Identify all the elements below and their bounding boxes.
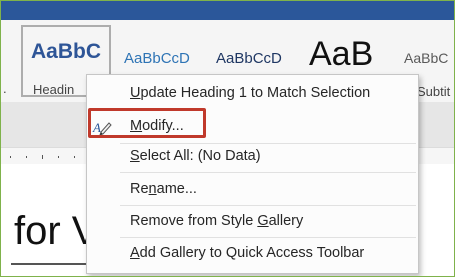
menu-item-rename[interactable]: Rename... — [87, 175, 418, 203]
style-sample: AaBbC — [31, 40, 102, 63]
style-caption: Headin — [33, 82, 75, 97]
style-sample: AaBbC — [404, 50, 449, 66]
style-sample: AaBbCcD — [216, 50, 282, 67]
screenshot-frame: . AaBbC Headin AaBbCcD AaBbCcD AaB AaBbC… — [0, 0, 455, 277]
menu-item-update-heading[interactable]: Update Heading 1 to Match Selection — [87, 79, 418, 107]
style-context-menu: Update Heading 1 to Match Selection A Mo… — [86, 74, 419, 274]
text-underline — [11, 263, 91, 265]
menu-item-select-all[interactable]: Select All: (No Data) — [87, 142, 418, 170]
left-caption-fragment: . — [3, 81, 7, 96]
menu-item-remove-from-gallery[interactable]: Remove from Style Gallery — [87, 207, 418, 235]
menu-separator — [120, 172, 416, 173]
modify-highlight-box — [88, 108, 206, 138]
style-caption: Subtit — [417, 84, 451, 99]
menu-separator — [120, 205, 416, 206]
menu-item-add-to-quick-access[interactable]: Add Gallery to Quick Access Toolbar — [87, 239, 418, 267]
menu-separator — [120, 237, 416, 238]
style-sample: AaB — [309, 35, 374, 73]
style-sample: AaBbCcD — [124, 50, 190, 67]
ribbon-title-bar — [1, 1, 454, 20]
